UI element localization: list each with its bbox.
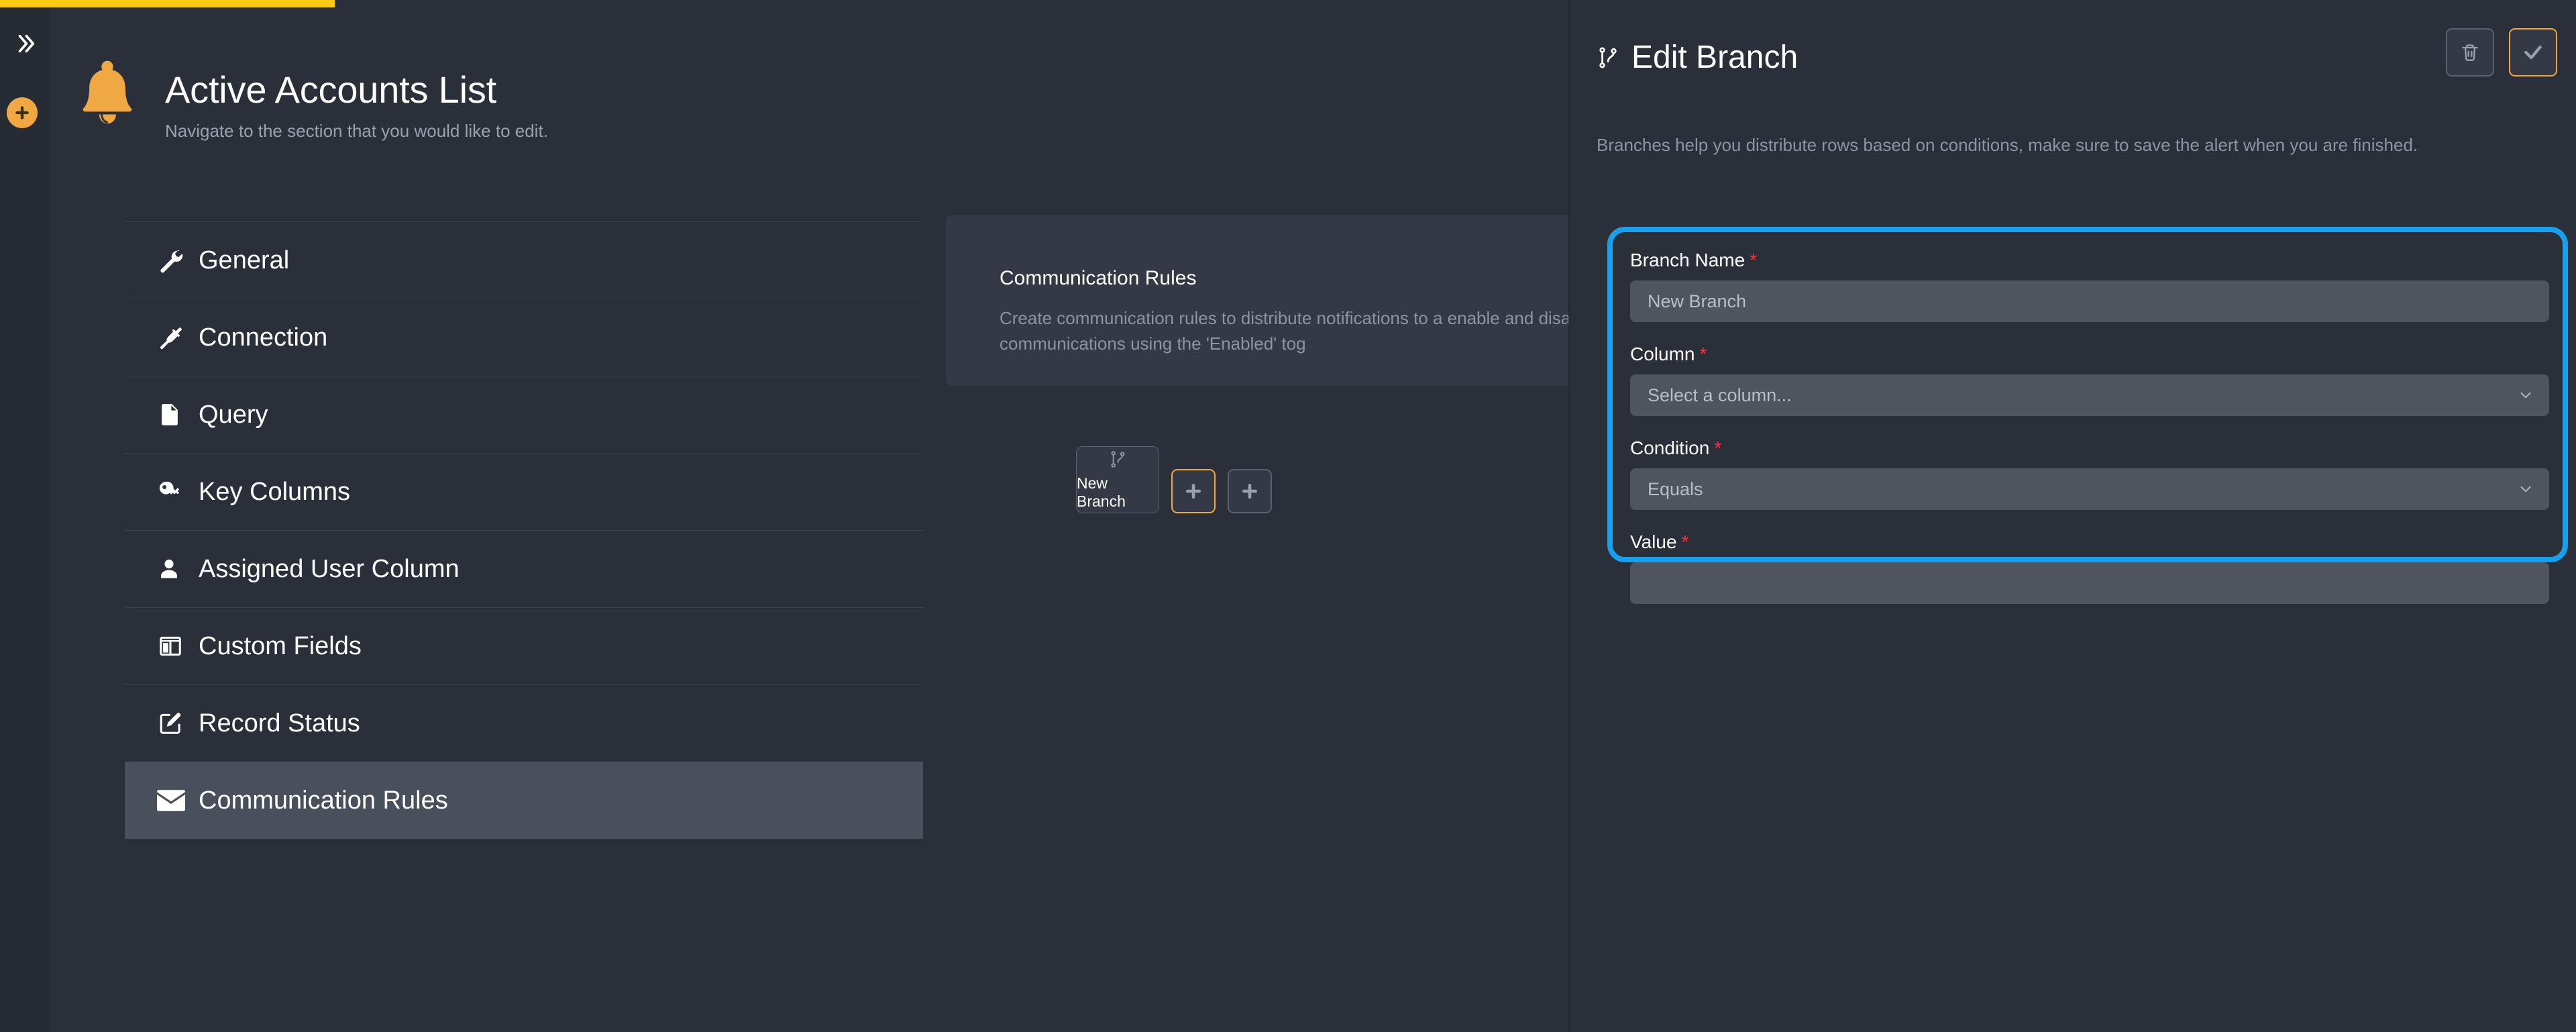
git-branch-icon (1109, 450, 1127, 469)
branch-name-label: Branch Name * (1630, 250, 1758, 270)
value-input[interactable] (1630, 562, 2549, 604)
sidebar-item-label: Connection (199, 323, 328, 352)
bell-icon (74, 59, 141, 138)
branch-card-new-branch[interactable]: New Branch (1076, 446, 1159, 513)
file-icon (157, 401, 196, 428)
user-icon (157, 556, 196, 582)
column-select[interactable]: Select a column... (1630, 374, 2549, 416)
envelope-icon (157, 789, 196, 812)
trash-icon (2461, 43, 2479, 62)
condition-label: Condition * (1630, 437, 1722, 458)
sidebar-item-key-columns[interactable]: Key Columns (125, 453, 923, 530)
plus-circle-icon[interactable] (7, 97, 38, 128)
page-load-progress-bar (0, 0, 2576, 7)
branch-row: New Branch (1076, 446, 1272, 513)
key-icon (157, 478, 196, 505)
chevron-down-icon (2517, 480, 2534, 498)
add-rule-button[interactable] (1228, 469, 1272, 513)
branch-name-input[interactable]: New Branch (1630, 280, 2549, 322)
sidebar-item-label: Communication Rules (199, 786, 448, 815)
field-condition: Condition * Equals (1630, 437, 2549, 510)
chevron-double-right-icon[interactable] (0, 20, 51, 67)
communication-rules-card: Communication Rules Create communication… (946, 215, 1623, 386)
confirm-branch-button[interactable] (2509, 28, 2557, 76)
left-content-column: Active Accounts List Navigate to the sec… (51, 0, 1623, 1032)
value-label: Value * (1630, 531, 1689, 552)
sidebar-item-label: Query (199, 400, 268, 429)
required-asterisk: * (1750, 250, 1758, 270)
card-title: Communication Rules (1000, 267, 1197, 289)
edit-square-icon (157, 711, 196, 736)
sidebar-item-general[interactable]: General (125, 221, 923, 299)
page-header: Active Accounts List Navigate to the sec… (74, 59, 548, 142)
sidebar-item-query[interactable]: Query (125, 376, 923, 453)
edit-branch-title: Edit Branch (1631, 40, 1799, 75)
field-branch-name: Branch Name * New Branch (1630, 250, 2549, 322)
columns-icon (157, 633, 196, 659)
sidebar-item-label: General (199, 246, 290, 274)
required-asterisk: * (1681, 531, 1689, 552)
sidebar-item-assigned-user-column[interactable]: Assigned User Column (125, 530, 923, 607)
delete-branch-button[interactable] (2446, 28, 2494, 76)
git-branch-icon (1597, 44, 1619, 71)
condition-select[interactable]: Equals (1630, 468, 2549, 510)
branch-card-label: New Branch (1077, 474, 1126, 510)
settings-nav-list: General Connection Query Key Columns Assigne… (125, 221, 923, 839)
edit-branch-description: Branches help you distribute rows based … (1597, 135, 2418, 155)
sidebar-item-custom-fields[interactable]: Custom Fields (125, 607, 923, 684)
required-asterisk: * (1699, 344, 1707, 364)
sidebar-item-communication-rules[interactable]: Communication Rules (125, 762, 923, 839)
column-label: Column * (1630, 344, 1707, 364)
sidebar-item-label: Custom Fields (199, 631, 362, 660)
sidebar-item-connection[interactable]: Connection (125, 299, 923, 376)
plug-icon (157, 324, 196, 351)
column-select-value: Select a column... (1648, 384, 1792, 405)
edit-branch-panel: Edit Branch Branches help you distribute… (1570, 0, 2576, 1032)
sidebar-item-label: Key Columns (199, 477, 350, 506)
plus-icon (1183, 481, 1203, 501)
edit-branch-actions (2431, 28, 2557, 76)
sidebar-item-label: Assigned User Column (199, 554, 460, 583)
required-asterisk: * (1714, 437, 1722, 458)
check-icon (2522, 42, 2544, 63)
page-title: Active Accounts List (165, 68, 497, 111)
app-root: Active Accounts List Navigate to the sec… (0, 0, 2576, 1032)
branch-form: Branch Name * New Branch Column * Select a… (1630, 250, 2549, 625)
edit-branch-header: Edit Branch (1597, 42, 1798, 74)
wrench-icon (157, 247, 196, 274)
add-branch-button[interactable] (1171, 469, 1216, 513)
field-value: Value * (1630, 531, 2549, 604)
field-column: Column * Select a column... (1630, 344, 2549, 416)
condition-select-value: Equals (1648, 478, 1703, 499)
page-subtitle: Navigate to the section that you would l… (165, 121, 548, 142)
chevron-down-icon (2517, 386, 2534, 404)
sidebar-item-label: Record Status (199, 709, 360, 737)
plus-icon (1240, 481, 1260, 501)
sidebar-item-record-status[interactable]: Record Status (125, 684, 923, 762)
progress-fill (0, 0, 335, 7)
left-icon-rail (0, 0, 51, 1032)
